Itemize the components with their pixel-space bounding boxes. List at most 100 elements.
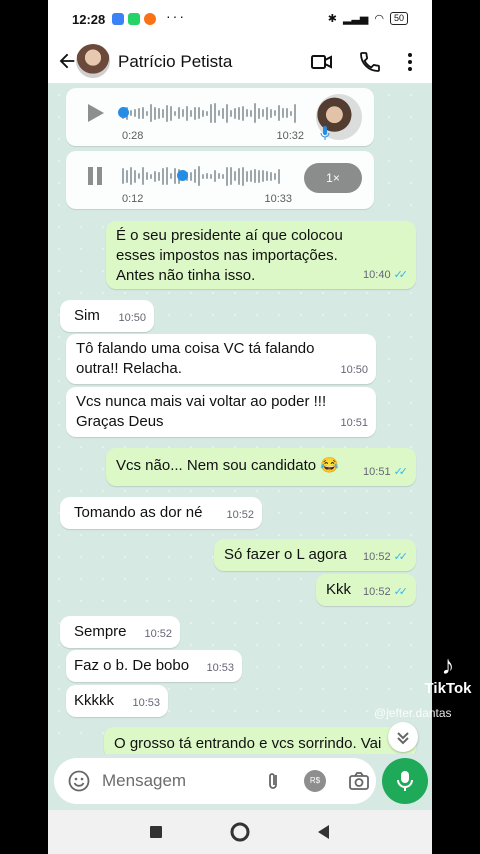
waveform[interactable]	[122, 165, 280, 187]
waveform-bar	[146, 110, 148, 116]
waveform-bar	[250, 109, 252, 117]
message-bubble-incoming[interactable]: Kkkkk 10:53	[66, 685, 168, 717]
waveform-bar	[210, 103, 212, 123]
waveform-bar	[214, 170, 216, 182]
message-bubble-incoming[interactable]: Sempre 10:52	[60, 616, 180, 648]
waveform-bar	[290, 110, 292, 116]
waveform-bar	[262, 109, 264, 117]
voice-record-button[interactable]	[382, 758, 428, 804]
waveform-bar	[230, 109, 232, 117]
waveform-bar	[162, 108, 164, 118]
read-ticks-icon: ✓✓	[393, 586, 409, 598]
message-bubble-outgoing[interactable]: Kkk 10:52 ✓✓	[316, 574, 416, 606]
waveform-bar	[282, 108, 284, 118]
more-notifications-icon: ···	[166, 8, 186, 24]
message-field[interactable]: Mensagem R$	[54, 758, 376, 804]
payment-button[interactable]: R$	[304, 770, 326, 792]
bluetooth-icon: ✱	[327, 13, 337, 25]
waveform-bar	[126, 169, 128, 183]
voice-message[interactable]: 0:12 10:33 1×	[66, 151, 374, 209]
waveform-bar	[218, 110, 220, 116]
notification-icon	[112, 13, 124, 25]
phone-icon[interactable]	[358, 50, 382, 74]
waveform-bar	[150, 173, 152, 179]
emoji-icon[interactable]	[68, 770, 90, 792]
recents-icon[interactable]	[146, 822, 166, 842]
status-bar: 12:28 ··· ✱ ▂▃▅ ◠ 50	[48, 0, 432, 40]
more-icon[interactable]	[398, 50, 422, 74]
waveform-bar	[190, 109, 192, 117]
message-bubble-outgoing[interactable]: É o seu presidente aí que colocou esses …	[106, 221, 416, 289]
message-bubble-incoming[interactable]: Faz o b. De bobo 10:53	[66, 650, 242, 682]
mic-icon	[320, 126, 330, 140]
waveform-bar	[174, 168, 176, 184]
waveform-bar	[138, 173, 140, 179]
waveform-bar	[210, 173, 212, 179]
waveform-bar	[178, 107, 180, 119]
waveform-bar	[206, 173, 208, 179]
waveform-bar	[270, 108, 272, 118]
contact-name[interactable]: Patrício Petista	[118, 52, 232, 72]
message-bubble-incoming[interactable]: Vcs nunca mais vai voltar ao poder !!! G…	[66, 387, 376, 437]
waveform-bar	[122, 168, 124, 184]
message-bubble-incoming[interactable]: Tô falando uma coisa VC tá falando outra…	[66, 334, 376, 384]
app-icon	[144, 13, 156, 25]
waveform-bar	[198, 107, 200, 119]
chat-area[interactable]: 0:28 10:32 0:12 10:33 1× É o seu preside…	[48, 84, 432, 759]
message-text: É o seu presidente aí que colocou esses …	[116, 227, 343, 284]
scroll-to-bottom-button[interactable]	[388, 722, 418, 752]
message-bubble-incoming[interactable]: Sim 10:50	[60, 300, 154, 332]
waveform-bar	[130, 167, 132, 185]
contact-avatar[interactable]	[76, 44, 110, 78]
message-bubble-outgoing[interactable]: Vcs não... Nem sou candidato 😂 10:51 ✓✓	[106, 448, 416, 486]
message-bubble-outgoing[interactable]: Só fazer o L agora 10:52 ✓✓	[214, 539, 416, 571]
message-time: 10:40	[363, 269, 391, 281]
waveform-bar	[230, 167, 232, 185]
camera-icon[interactable]	[348, 770, 370, 792]
back-icon[interactable]	[314, 822, 334, 842]
battery-indicator: 50	[389, 12, 408, 25]
waveform-bar	[170, 105, 172, 121]
home-icon[interactable]	[230, 822, 250, 842]
waveform-bar	[270, 171, 272, 181]
waveform-bar	[194, 169, 196, 183]
tiktok-logo-icon: ♪	[441, 650, 455, 680]
waveform-bar	[294, 103, 296, 123]
attach-icon[interactable]	[262, 770, 284, 792]
back-arrow-icon[interactable]	[56, 50, 78, 72]
tiktok-brand: TikTok	[424, 680, 472, 697]
read-ticks-icon: ✓✓	[393, 269, 409, 281]
message-bubble-incoming[interactable]: Tomando as dor né 10:52	[60, 497, 262, 529]
waveform-bar	[238, 106, 240, 120]
waveform-bar	[202, 109, 204, 117]
play-icon[interactable]	[84, 102, 106, 124]
voice-time: 10:33	[264, 193, 292, 205]
waveform-bar	[166, 167, 168, 185]
message-input[interactable]: Mensagem	[102, 771, 186, 791]
voice-time: 10:32	[276, 130, 304, 142]
waveform-bar	[258, 107, 260, 119]
pause-icon[interactable]	[84, 165, 106, 187]
waveform-bar	[258, 169, 260, 183]
waveform-bar	[134, 169, 136, 183]
playback-speed-button[interactable]: 1×	[304, 163, 362, 193]
waveform-bar	[286, 108, 288, 118]
waveform-bar	[198, 166, 200, 186]
waveform-bar	[190, 171, 192, 181]
chat-header: Patrício Petista	[48, 40, 432, 84]
waveform-bar	[158, 107, 160, 119]
message-text: O grosso tá entrando e vcs sorrindo. Vai	[114, 735, 382, 752]
waveform-bar	[194, 106, 196, 120]
waveform-bar	[214, 103, 216, 123]
video-call-icon[interactable]	[310, 50, 334, 74]
message-text: Tô falando uma coisa VC tá falando outra…	[76, 340, 315, 377]
waveform-bar	[250, 170, 252, 182]
waveform-bar	[154, 106, 156, 120]
voice-message[interactable]: 0:28 10:32	[66, 88, 374, 146]
message-time: 10:52	[363, 551, 391, 563]
waveform[interactable]	[122, 102, 296, 124]
message-input-bar: Mensagem R$	[48, 754, 432, 810]
chevron-down-icon	[397, 732, 409, 745]
playback-position[interactable]	[118, 107, 129, 118]
waveform-bar	[218, 173, 220, 179]
